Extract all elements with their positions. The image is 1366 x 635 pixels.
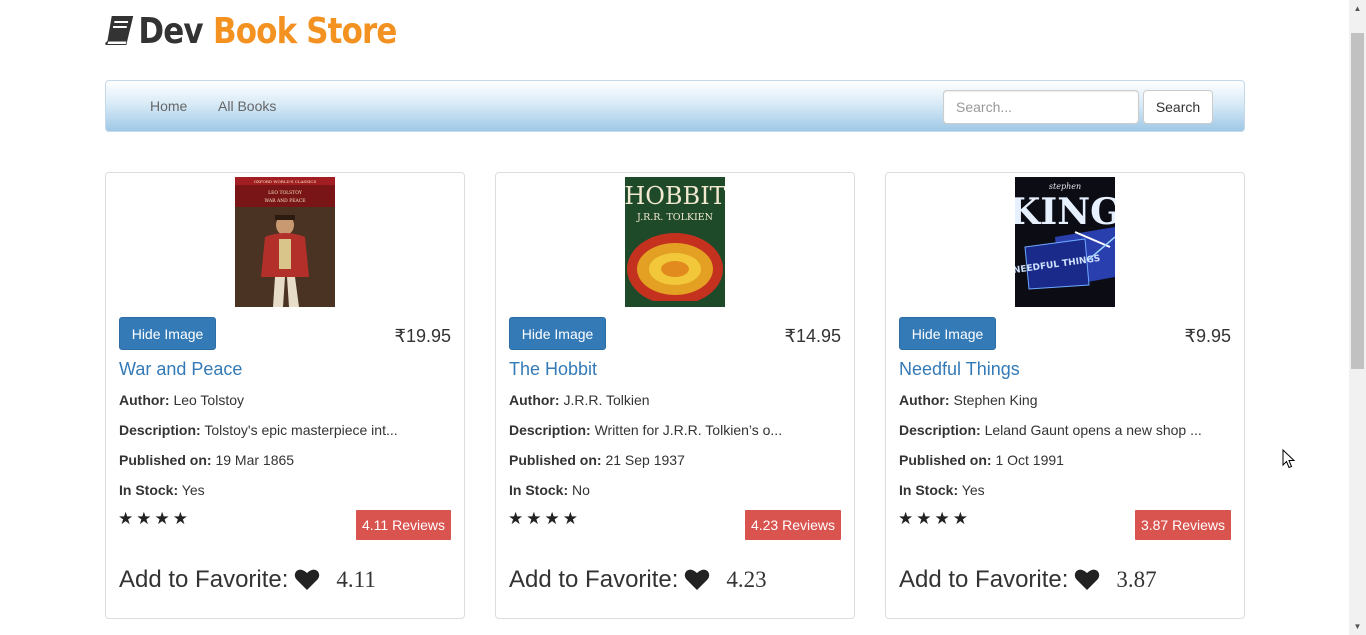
description-field: Description: Leland Gaunt opens a new sh… — [899, 422, 1202, 438]
description-field: Description: Tolstoy's epic masterpiece … — [119, 422, 398, 438]
mouse-cursor-icon — [1282, 449, 1296, 469]
reviews-badge: 4.23 Reviews — [744, 510, 841, 540]
favorite-rating: 3.87 — [1116, 567, 1157, 592]
scrollbar-thumb[interactable] — [1351, 33, 1364, 369]
price: ₹19.95 — [394, 326, 452, 346]
heart-icon[interactable] — [684, 568, 710, 592]
svg-text:HOBBIT: HOBBIT — [625, 182, 725, 210]
brand-dev-text: Dev — [138, 10, 203, 52]
svg-text:OXFORD WORLD'S CLASSICS: OXFORD WORLD'S CLASSICS — [254, 179, 317, 184]
published-field: Published on: 21 Sep 1937 — [509, 452, 685, 468]
author-field: Author: Stephen King — [899, 392, 1038, 408]
book-cover-image: OXFORD WORLD'S CLASSICS LEO TOLSTOY WAR … — [235, 177, 335, 307]
description-field: Description: Written for J.R.R. Tolkien’… — [509, 422, 783, 438]
favorite-rating: 4.23 — [726, 567, 767, 592]
star-rating: ★★★★ — [508, 509, 581, 528]
published-field: Published on: 19 Mar 1865 — [119, 452, 295, 468]
navbar: Home All Books Search — [105, 80, 1245, 132]
star-rating: ★★★★ — [898, 509, 971, 528]
hide-image-button[interactable]: Hide Image — [509, 317, 606, 350]
scroll-down-arrow-icon[interactable]: ▼ — [1349, 618, 1366, 635]
nav-all-books-link[interactable]: All Books — [218, 98, 276, 114]
book-title-link[interactable]: The Hobbit — [509, 359, 597, 380]
heart-icon[interactable] — [294, 568, 320, 592]
favorite-rating: 4.11 — [336, 567, 376, 592]
book-card-needful-things: stephen KING NEEDFUL THINGS Hide Image ₹… — [885, 172, 1245, 619]
add-to-favorite-label: Add to Favorite: — [509, 566, 679, 593]
author-field: Author: Leo Tolstoy — [119, 392, 245, 408]
svg-text:LEO TOLSTOY: LEO TOLSTOY — [268, 190, 303, 196]
star-rating: ★★★★ — [118, 509, 191, 528]
book-title-link[interactable]: War and Peace — [119, 359, 242, 380]
hide-image-button[interactable]: Hide Image — [119, 317, 216, 350]
reviews-badge: 4.11 Reviews — [355, 510, 451, 540]
search-input[interactable] — [943, 90, 1139, 124]
svg-text:J.R.R. TOLKIEN: J.R.R. TOLKIEN — [636, 212, 713, 223]
add-to-favorite-label: Add to Favorite: — [899, 566, 1069, 593]
book-cover-image: stephen KING NEEDFUL THINGS — [1015, 177, 1115, 307]
heart-icon[interactable] — [1074, 568, 1100, 592]
price: ₹9.95 — [1184, 326, 1232, 346]
add-to-favorite: Add to Favorite: 4.23 — [509, 566, 767, 594]
price: ₹14.95 — [784, 326, 842, 346]
add-to-favorite: Add to Favorite: 4.11 — [119, 566, 376, 594]
nav-home-link[interactable]: Home — [150, 98, 187, 114]
book-card-the-hobbit: HOBBIT J.R.R. TOLKIEN Hide Image ₹14.95 … — [495, 172, 855, 619]
svg-text:KING: KING — [1015, 191, 1115, 233]
brand-logo[interactable]: Dev Book Store — [104, 8, 397, 54]
add-to-favorite-label: Add to Favorite: — [119, 566, 289, 593]
search-button[interactable]: Search — [1143, 90, 1213, 124]
hide-image-button[interactable]: Hide Image — [899, 317, 996, 350]
in-stock-field: In Stock: No — [509, 482, 590, 498]
in-stock-field: In Stock: Yes — [119, 482, 205, 498]
in-stock-field: In Stock: Yes — [899, 482, 985, 498]
book-title-link[interactable]: Needful Things — [899, 359, 1020, 380]
svg-text:stephen: stephen — [1049, 182, 1081, 191]
book-cover-image: HOBBIT J.R.R. TOLKIEN — [625, 177, 725, 307]
book-icon — [105, 16, 134, 45]
published-field: Published on: 1 Oct 1991 — [899, 452, 1064, 468]
svg-text:WAR AND PEACE: WAR AND PEACE — [265, 198, 306, 204]
reviews-badge: 3.87 Reviews — [1134, 510, 1231, 540]
scroll-up-arrow-icon[interactable]: ▲ — [1349, 0, 1366, 17]
book-card-war-and-peace: OXFORD WORLD'S CLASSICS LEO TOLSTOY WAR … — [105, 172, 465, 619]
vertical-scrollbar[interactable]: ▲ ▼ — [1349, 0, 1366, 635]
add-to-favorite: Add to Favorite: 3.87 — [899, 566, 1157, 594]
brand-store-text: Book Store — [213, 10, 397, 52]
author-field: Author: J.R.R. Tolkien — [509, 392, 650, 408]
